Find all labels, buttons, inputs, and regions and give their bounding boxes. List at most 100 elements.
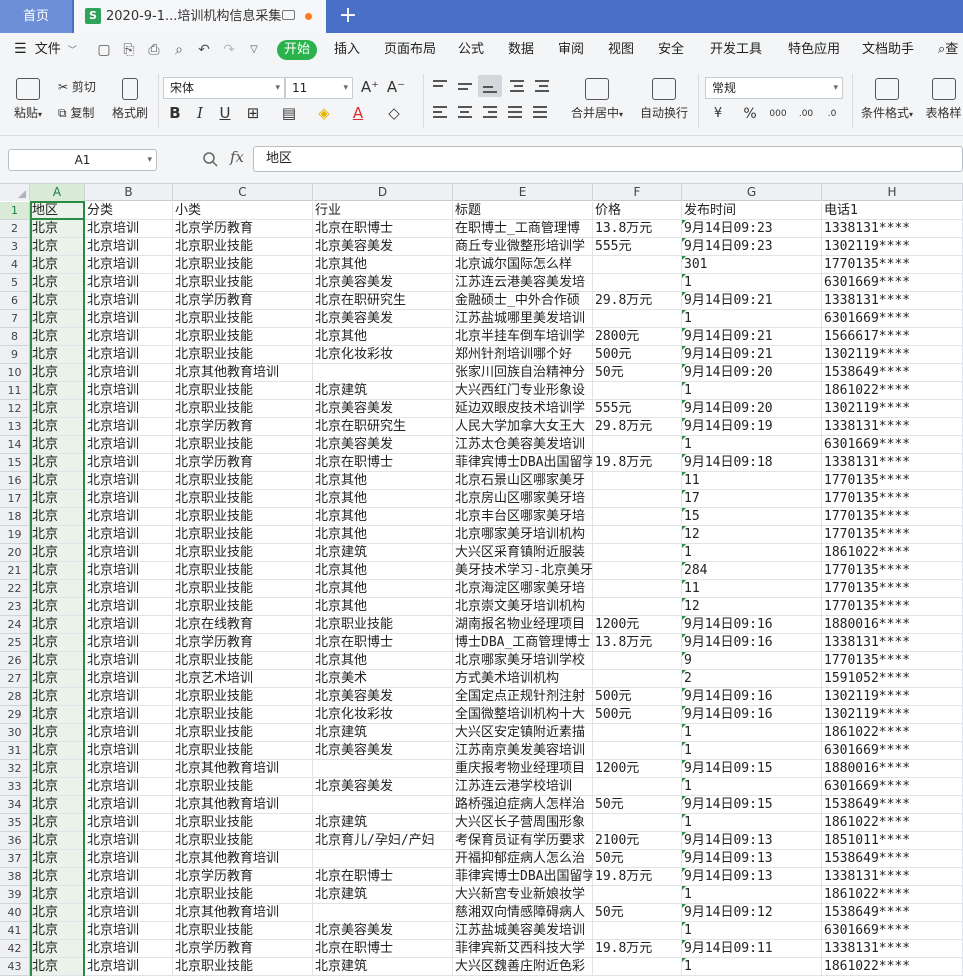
table-cell[interactable]: 北京在职博士 — [313, 634, 453, 652]
table-cell[interactable]: 开福抑郁症病人怎么治 — [453, 850, 593, 868]
table-cell[interactable]: 北京 — [30, 868, 85, 886]
table-cell[interactable]: 北京在职博士 — [313, 454, 453, 472]
distributed-icon[interactable] — [532, 106, 548, 120]
table-cell[interactable]: 1770135**** — [822, 526, 963, 544]
table-cell[interactable]: 北京 — [30, 616, 85, 634]
row-header[interactable]: 32 — [0, 760, 30, 778]
table-cell[interactable]: 1 — [682, 886, 822, 904]
row-header[interactable]: 38 — [0, 868, 30, 886]
paste-button[interactable]: 粘贴▾ — [10, 78, 46, 121]
align-left-icon[interactable] — [432, 106, 448, 120]
row-header[interactable]: 41 — [0, 922, 30, 940]
row-header[interactable]: 29 — [0, 706, 30, 724]
merge-center-button[interactable]: 合并居中▾ — [566, 78, 628, 121]
function-icon[interactable]: fx — [230, 148, 244, 166]
table-cell[interactable]: 1861022**** — [822, 382, 963, 400]
table-cell[interactable]: 1880016**** — [822, 760, 963, 778]
print-preview-icon[interactable]: ⌕ — [171, 42, 187, 58]
table-cell[interactable]: 9月14日09:16 — [682, 706, 822, 724]
table-cell[interactable] — [313, 850, 453, 868]
table-cell[interactable]: 9月14日09:16 — [682, 688, 822, 706]
row-header[interactable]: 36 — [0, 832, 30, 850]
table-cell[interactable]: 50元 — [593, 364, 682, 382]
table-cell[interactable]: 北京培训 — [85, 796, 173, 814]
table-cell[interactable]: 北京职业技能 — [173, 544, 313, 562]
table-cell[interactable]: 北京 — [30, 796, 85, 814]
table-cell[interactable]: 北京 — [30, 778, 85, 796]
table-cell[interactable] — [593, 508, 682, 526]
table-cell[interactable]: 北京建筑 — [313, 724, 453, 742]
row-header[interactable]: 4 — [0, 256, 30, 274]
table-cell[interactable]: 北京其他 — [313, 490, 453, 508]
conditional-format-button[interactable]: 条件格式▾ — [858, 78, 916, 121]
table-cell[interactable]: 1 — [682, 922, 822, 940]
table-cell[interactable]: 北京培训 — [85, 274, 173, 292]
table-cell[interactable]: 北京职业技能 — [173, 490, 313, 508]
table-cell[interactable]: 北京培训 — [85, 562, 173, 580]
header-cell[interactable]: 地区 — [30, 202, 85, 220]
export-icon[interactable]: ⎘ — [121, 42, 137, 58]
table-cell[interactable]: 北京培训 — [85, 436, 173, 454]
table-cell[interactable] — [313, 796, 453, 814]
row-header[interactable]: 2 — [0, 220, 30, 238]
table-cell[interactable]: 大兴区魏善庄附近色彩 — [453, 958, 593, 976]
table-cell[interactable]: 北京建筑 — [313, 886, 453, 904]
currency-icon[interactable]: ¥ — [708, 104, 728, 124]
table-cell[interactable]: 北京在职博士 — [313, 220, 453, 238]
table-cell[interactable]: 大兴区采育镇附近服装 — [453, 544, 593, 562]
table-cell[interactable]: 北京培训 — [85, 544, 173, 562]
table-cell[interactable]: 北京培训 — [85, 832, 173, 850]
table-cell[interactable]: 6301669**** — [822, 922, 963, 940]
header-cell[interactable]: 行业 — [313, 202, 453, 220]
table-cell[interactable]: 1 — [682, 274, 822, 292]
table-cell[interactable]: 人民大学加拿大女王大 — [453, 418, 593, 436]
table-cell[interactable]: 北京职业技能 — [173, 886, 313, 904]
row-header[interactable]: 15 — [0, 454, 30, 472]
table-cell[interactable]: 1 — [682, 382, 822, 400]
column-header-a[interactable]: A — [30, 184, 85, 201]
table-cell[interactable]: 1861022**** — [822, 724, 963, 742]
row-header[interactable]: 20 — [0, 544, 30, 562]
table-cell[interactable]: 北京培训 — [85, 724, 173, 742]
row-header[interactable]: 1 — [0, 202, 30, 220]
row-header[interactable]: 24 — [0, 616, 30, 634]
table-cell[interactable]: 9月14日09:21 — [682, 328, 822, 346]
decrease-indent-icon[interactable] — [509, 80, 525, 94]
table-cell[interactable]: 2800元 — [593, 328, 682, 346]
menu-view[interactable]: 视图 — [608, 33, 634, 66]
row-header[interactable]: 37 — [0, 850, 30, 868]
table-cell[interactable]: 1338131**** — [822, 868, 963, 886]
table-cell[interactable]: 9月14日09:11 — [682, 940, 822, 958]
table-cell[interactable]: 江苏连云港美容美发培 — [453, 274, 593, 292]
table-cell[interactable]: 9月14日09:20 — [682, 400, 822, 418]
table-cell[interactable]: 北京职业技能 — [313, 616, 453, 634]
row-header[interactable]: 14 — [0, 436, 30, 454]
table-cell[interactable]: 全国定点正规针剂注射 — [453, 688, 593, 706]
row-header[interactable]: 25 — [0, 634, 30, 652]
table-cell[interactable]: 延边双眼皮技术培训学 — [453, 400, 593, 418]
table-cell[interactable]: 29.8万元 — [593, 418, 682, 436]
table-cell[interactable]: 北京 — [30, 670, 85, 688]
menu-developer[interactable]: 开发工具 — [710, 33, 762, 66]
row-header[interactable]: 34 — [0, 796, 30, 814]
table-cell[interactable]: 北京 — [30, 598, 85, 616]
table-cell[interactable]: 13.8万元 — [593, 220, 682, 238]
table-style-button[interactable]: 表格样 — [924, 78, 963, 121]
table-cell[interactable]: 在职博士_工商管理博 — [453, 220, 593, 238]
table-cell[interactable]: 北京培训 — [85, 346, 173, 364]
table-cell[interactable]: 北京职业技能 — [173, 652, 313, 670]
table-cell[interactable]: 大兴区安定镇附近素描 — [453, 724, 593, 742]
table-cell[interactable]: 1338131**** — [822, 454, 963, 472]
table-cell[interactable]: 北京学历教育 — [173, 940, 313, 958]
table-cell[interactable]: 北京培训 — [85, 472, 173, 490]
table-cell[interactable]: 北京 — [30, 814, 85, 832]
column-header-g[interactable]: G — [682, 184, 822, 201]
copy-button[interactable]: ⧉ 复制 — [58, 104, 94, 121]
table-cell[interactable]: 北京房山区哪家美牙培 — [453, 490, 593, 508]
table-cell[interactable]: 北京 — [30, 634, 85, 652]
menu-start[interactable]: 开始 — [277, 40, 317, 60]
row-header[interactable]: 39 — [0, 886, 30, 904]
row-header[interactable]: 5 — [0, 274, 30, 292]
table-cell[interactable]: 50元 — [593, 904, 682, 922]
table-cell[interactable]: 1851011**** — [822, 832, 963, 850]
